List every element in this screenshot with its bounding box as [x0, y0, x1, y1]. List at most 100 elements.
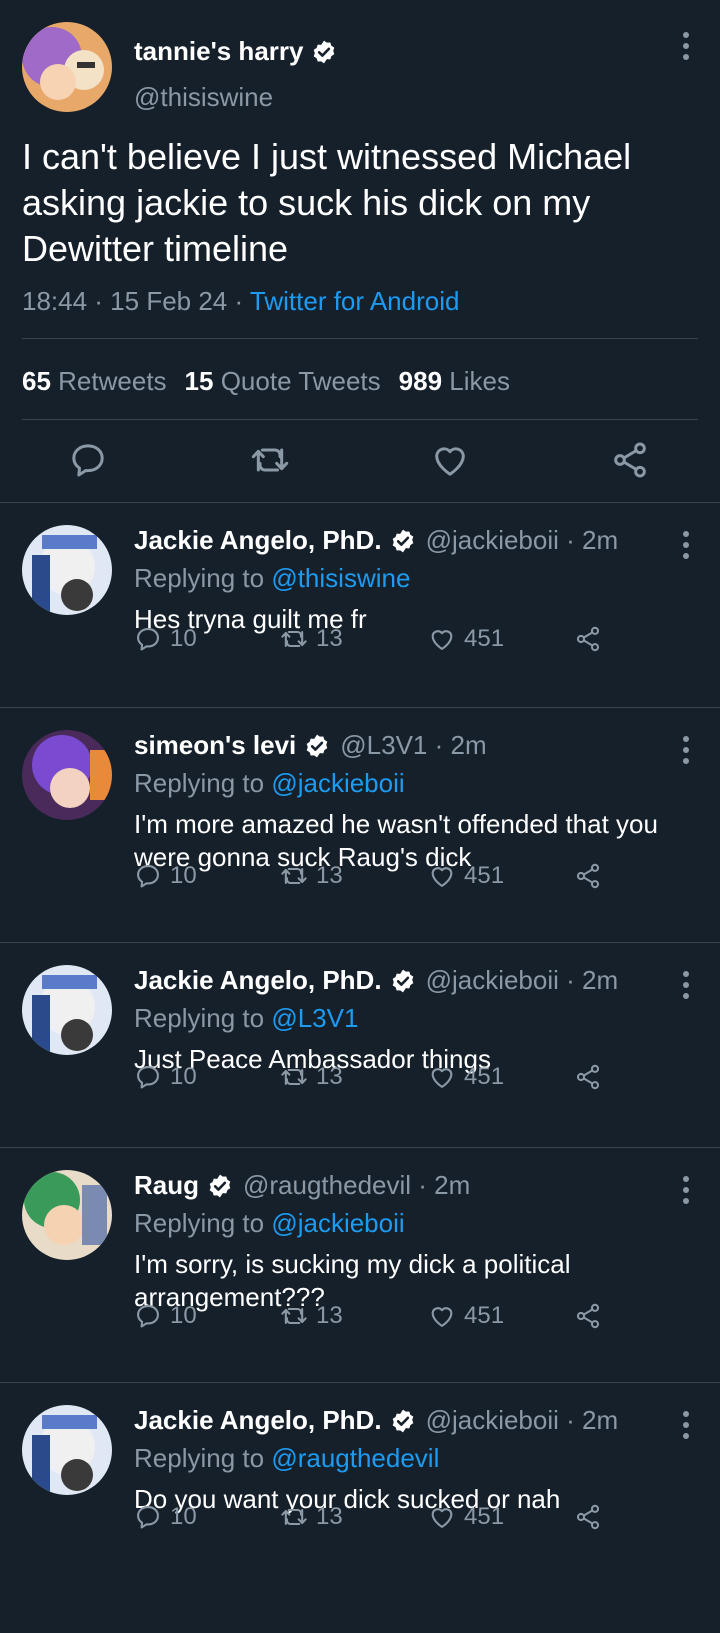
retweet-count: 13 — [316, 1063, 343, 1090]
retweet-icon — [280, 1503, 308, 1531]
more-options-icon[interactable] — [682, 1411, 690, 1444]
retweets-stat[interactable]: 65 Retweets — [22, 366, 167, 396]
replying-to-link[interactable]: @thisiswine — [271, 563, 410, 593]
display-name[interactable]: simeon's levi — [134, 730, 296, 761]
avatar[interactable] — [22, 1170, 112, 1260]
retweet-count: 13 — [316, 1302, 343, 1329]
display-name[interactable]: Jackie Angelo, PhD. — [134, 525, 382, 556]
reply-tweet[interactable]: Jackie Angelo, PhD. @jackieboii · 2m Rep… — [0, 503, 720, 708]
share-button[interactable] — [574, 1503, 610, 1531]
avatar[interactable] — [22, 965, 112, 1055]
share-icon[interactable] — [610, 440, 650, 480]
reply-button[interactable]: 10 — [134, 1302, 197, 1330]
more-options-icon[interactable] — [682, 971, 690, 1004]
retweet-icon — [280, 625, 308, 653]
share-icon — [574, 1503, 602, 1531]
like-button[interactable]: 451 — [428, 1063, 504, 1091]
like-button[interactable]: 451 — [428, 1302, 504, 1330]
tweet-source-link[interactable]: Twitter for Android — [250, 286, 460, 316]
like-button[interactable]: 451 — [428, 862, 504, 890]
like-icon[interactable] — [430, 440, 470, 480]
replying-to: Replying to @L3V1 — [134, 1003, 359, 1033]
tweet-text: Hes tryna guilt me fr — [134, 604, 367, 634]
share-icon — [574, 625, 602, 653]
replying-to: Replying to @jackieboii — [134, 1208, 405, 1238]
display-name-text: tannie's harry — [134, 36, 304, 66]
share-button[interactable] — [574, 1063, 610, 1091]
reply-count: 10 — [170, 1302, 197, 1329]
quotes-stat[interactable]: 15 Quote Tweets — [185, 366, 381, 396]
handle[interactable]: @raugthedevil · 2m — [243, 1170, 470, 1201]
share-button[interactable] — [574, 625, 610, 653]
replying-to-link[interactable]: @L3V1 — [271, 1003, 358, 1033]
like-button[interactable]: 451 — [428, 1503, 504, 1531]
replying-to: Replying to @jackieboii — [134, 768, 405, 798]
verified-icon — [207, 1173, 233, 1199]
reply-tweet[interactable]: simeon's levi @L3V1 · 2m Replying to @ja… — [0, 708, 720, 943]
like-icon — [428, 862, 456, 890]
more-options-icon[interactable] — [682, 531, 690, 564]
like-icon — [428, 625, 456, 653]
avatar[interactable] — [22, 22, 112, 112]
reply-tweet[interactable]: Jackie Angelo, PhD. @jackieboii · 2m Rep… — [0, 943, 720, 1148]
retweet-button[interactable]: 13 — [280, 1302, 343, 1330]
likes-stat[interactable]: 989 Likes — [399, 366, 510, 396]
display-name[interactable]: Jackie Angelo, PhD. — [134, 965, 382, 996]
reply-header: Jackie Angelo, PhD. @jackieboii · 2m — [134, 1405, 618, 1436]
display-name[interactable]: Jackie Angelo, PhD. — [134, 1405, 382, 1436]
display-name[interactable]: tannie's harry — [134, 36, 337, 67]
replying-to-link[interactable]: @raugthedevil — [271, 1443, 439, 1473]
verified-icon — [390, 528, 416, 554]
divider — [22, 419, 698, 420]
share-icon — [574, 862, 602, 890]
more-options-icon[interactable] — [682, 1176, 690, 1209]
retweet-count: 13 — [316, 625, 343, 652]
tweet-meta: 18:44 · 15 Feb 24 · Twitter for Android — [22, 286, 459, 317]
display-name[interactable]: Raug — [134, 1170, 199, 1201]
reply-button[interactable]: 10 — [134, 862, 197, 890]
retweet-button[interactable]: 13 — [280, 1063, 343, 1091]
reply-header: simeon's levi @L3V1 · 2m — [134, 730, 487, 761]
tweet-text: I'm more amazed he wasn't offended that … — [134, 809, 658, 872]
reply-header: Jackie Angelo, PhD. @jackieboii · 2m — [134, 525, 618, 556]
reply-count: 10 — [170, 1063, 197, 1090]
share-button[interactable] — [574, 862, 610, 890]
retweet-button[interactable]: 13 — [280, 1503, 343, 1531]
share-button[interactable] — [574, 1302, 610, 1330]
reply-icon — [134, 625, 162, 653]
reply-tweet[interactable]: Jackie Angelo, PhD. @jackieboii · 2m Rep… — [0, 1383, 720, 1633]
tweet-text: I'm sorry, is sucking my dick a politica… — [134, 1249, 571, 1312]
retweet-button[interactable]: 13 — [280, 862, 343, 890]
tweet-text: Do you want your dick sucked or nah — [134, 1484, 561, 1514]
avatar[interactable] — [22, 525, 112, 615]
tweet-stats: 65 Retweets 15 Quote Tweets 989 Likes — [22, 366, 510, 397]
replying-to-link[interactable]: @jackieboii — [271, 1208, 404, 1238]
retweet-icon[interactable] — [250, 440, 290, 480]
reply-count: 10 — [170, 1503, 197, 1530]
handle[interactable]: @jackieboii · 2m — [426, 965, 619, 996]
avatar[interactable] — [22, 1405, 112, 1495]
reply-button[interactable]: 10 — [134, 625, 197, 653]
retweet-count: 13 — [316, 862, 343, 889]
reply-button[interactable]: 10 — [134, 1503, 197, 1531]
like-icon — [428, 1063, 456, 1091]
retweet-icon — [280, 1063, 308, 1091]
verified-icon — [390, 968, 416, 994]
reply-button[interactable]: 10 — [134, 1063, 197, 1091]
reply-count: 10 — [170, 625, 197, 652]
more-options-icon[interactable] — [682, 736, 690, 769]
divider — [22, 338, 698, 339]
like-count: 451 — [464, 1302, 505, 1329]
handle[interactable]: @jackieboii · 2m — [426, 1405, 619, 1436]
replying-to-link[interactable]: @jackieboii — [271, 768, 404, 798]
reply-tweet[interactable]: Raug @raugthedevil · 2m Replying to @jac… — [0, 1148, 720, 1383]
like-button[interactable]: 451 — [428, 625, 504, 653]
handle[interactable]: @L3V1 · 2m — [340, 730, 486, 761]
reply-icon[interactable] — [68, 440, 108, 480]
handle[interactable]: @jackieboii · 2m — [426, 525, 619, 556]
retweet-button[interactable]: 13 — [280, 625, 343, 653]
reply-icon — [134, 1302, 162, 1330]
more-options-icon[interactable] — [682, 32, 690, 65]
avatar[interactable] — [22, 730, 112, 820]
handle[interactable]: @thisiswine — [134, 82, 273, 113]
